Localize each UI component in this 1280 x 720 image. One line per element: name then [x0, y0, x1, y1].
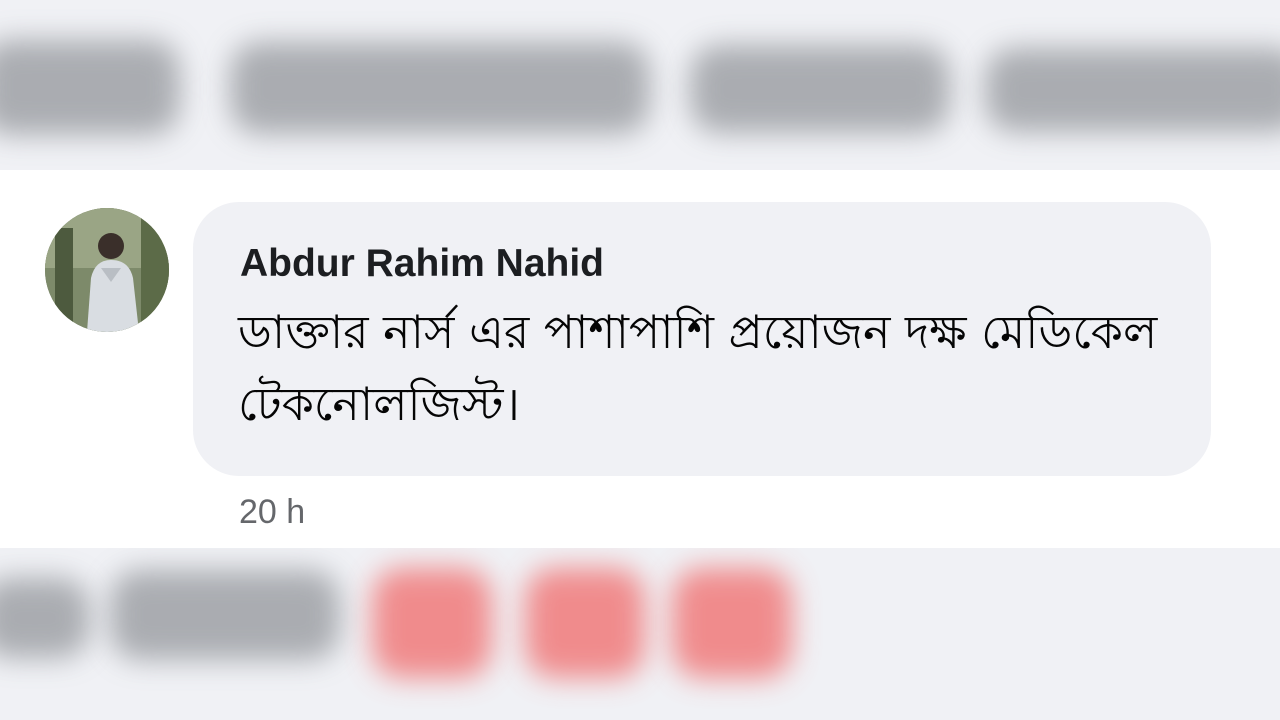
comment-thread-view: Abdur Rahim Nahid ডাক্তার নার্স এর পাশাপ…	[0, 0, 1280, 720]
blurred-reaction-icon	[672, 568, 792, 678]
comment-text: ডাক্তার নার্স এর পাশাপাশি প্রয়োজন দক্ষ …	[238, 305, 1158, 431]
blurred-previous-comment	[0, 0, 1280, 170]
blurred-reaction-icon	[372, 568, 492, 678]
comment-bubble: Abdur Rahim Nahid ডাক্তার নার্স এর পাশাপ…	[193, 202, 1211, 476]
comment: Abdur Rahim Nahid ডাক্তার নার্স এর পাশাপ…	[0, 170, 1280, 548]
comment-timestamp[interactable]: 20 h	[239, 492, 305, 532]
blurred-next-comment	[0, 548, 1280, 720]
blurred-reaction-icon	[525, 568, 645, 678]
profile-photo-icon	[45, 208, 169, 332]
author-avatar[interactable]	[45, 208, 169, 332]
comment-author-name[interactable]: Abdur Rahim Nahid	[240, 240, 604, 288]
